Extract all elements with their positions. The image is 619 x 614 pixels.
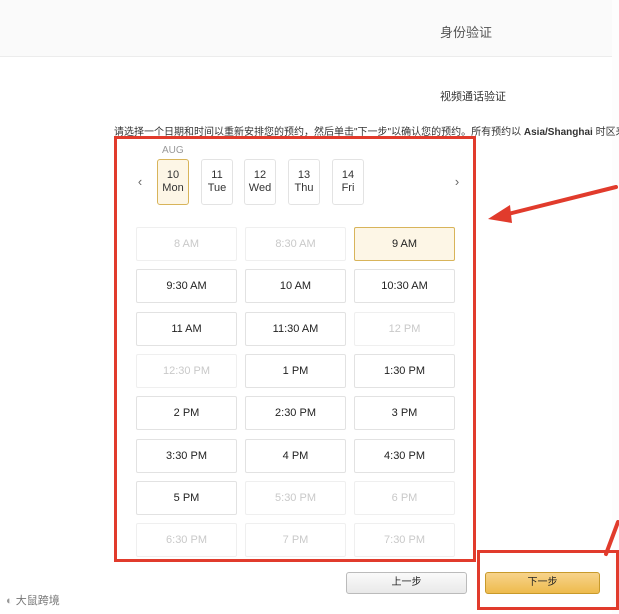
highlight-box-next	[477, 550, 619, 610]
instruction-suffix: 时区来	[595, 127, 619, 138]
red-arrow-icon	[604, 520, 619, 556]
page-title: 身份验证	[440, 25, 493, 40]
top-header: 身份验证	[0, 0, 619, 57]
instruction-timezone: Asia/Shanghai	[523, 127, 593, 138]
watermark-text: 大鼠跨境	[15, 595, 60, 607]
section-subtitle: 视频通话验证	[440, 91, 506, 103]
red-arrow-icon	[488, 185, 618, 223]
previous-step-button[interactable]: 上一步	[346, 572, 467, 594]
weibo-icon: ◐	[6, 595, 13, 607]
highlight-box-calendar	[114, 136, 476, 562]
watermark: ◐ 大鼠跨境	[6, 592, 60, 608]
